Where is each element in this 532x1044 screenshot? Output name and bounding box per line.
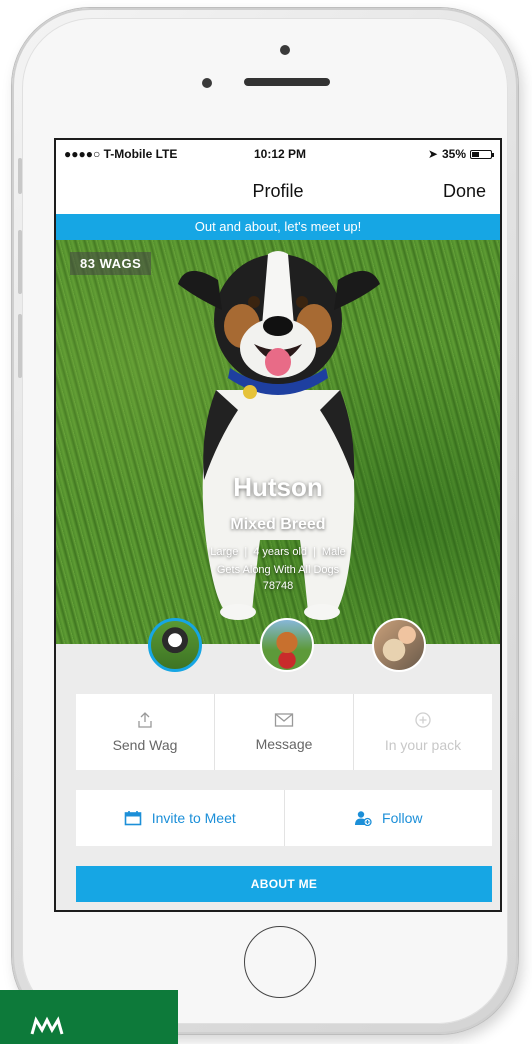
invite-to-meet-button[interactable]: Invite to Meet [76,790,285,846]
page-title: Profile [252,181,304,201]
clock: 10:12 PM [254,147,307,161]
done-button[interactable]: Done [443,181,486,202]
plus-circle-icon [415,712,431,728]
mute-switch [18,158,22,194]
dog-compatibility: Gets Along With All Dogs [216,564,340,576]
in-your-pack-label: In your pack [384,737,462,753]
dog-sex: Male [321,546,346,558]
brand-logo-icon [30,1016,64,1035]
dog-zip: 78748 [262,580,294,592]
send-wag-label: Send Wag [112,737,178,753]
about-me-button[interactable]: ABOUT ME [76,866,492,902]
in-your-pack-button[interactable]: In your pack [354,694,492,770]
status-bar: ●●●●○ T-Mobile LTE 10:12 PM ➤ 35% [56,140,500,166]
meet-card: Invite to Meet Follow [76,790,492,846]
dog-details: Large | 4 years old | Male [210,546,346,558]
front-camera-icon [280,45,290,55]
nav-bar: Profile Done [56,166,500,214]
dog-age: 4 years old [253,546,308,558]
upload-icon [138,712,152,728]
sensor-icon [202,78,212,88]
battery-area: ➤ 35% [427,147,494,161]
photo-thumbnail-2[interactable] [260,618,314,672]
photo-thumbnail-3[interactable] [372,618,426,672]
profile-photo[interactable]: 83 WAGS Hutson Mixed Breed Large | 4 years… [56,240,500,644]
wag-count-badge: 83 WAGS [70,252,152,275]
phone-device: ●●●●○ T-Mobile LTE 10:12 PM ➤ 35% Profil… [12,8,518,1034]
invite-to-meet-label: Invite to Meet [151,810,236,826]
carrier-label: ●●●●○ T-Mobile LTE [64,147,178,161]
dog-size: Large [210,546,239,558]
dog-name: Hutson [233,472,323,502]
battery-icon [470,149,494,159]
add-friend-icon [355,811,372,826]
home-button[interactable] [244,926,316,998]
photo-thumbnail-1[interactable] [148,618,202,672]
location-arrow-icon: ➤ [427,147,438,161]
volume-up-button [18,230,22,294]
status-banner: Out and about, let's meet up! [56,214,500,240]
action-card: Send Wag Message In your pack [76,694,492,770]
message-button[interactable]: Message [215,694,354,770]
dog-breed: Mixed Breed [230,516,326,533]
follow-label: Follow [382,810,423,826]
follow-button[interactable]: Follow [285,790,493,846]
message-label: Message [255,736,313,752]
envelope-icon [274,713,294,727]
corner-logo-badge [0,990,178,1044]
app-screen: ●●●●○ T-Mobile LTE 10:12 PM ➤ 35% Profil… [54,138,502,912]
earpiece-speaker [244,78,330,86]
calendar-icon [124,811,142,826]
send-wag-button[interactable]: Send Wag [76,694,215,770]
battery-percent: 35% [441,147,466,161]
volume-down-button [18,314,22,378]
